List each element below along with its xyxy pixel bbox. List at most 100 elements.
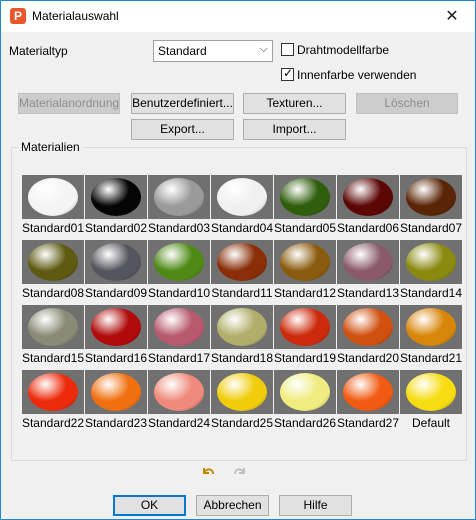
title-bar: P Materialauswahl ✕ (1, 1, 475, 32)
innenfarbe-label: Innenfarbe verwenden (297, 68, 417, 82)
material-name: Standard26 (273, 416, 337, 430)
material-name: Standard08 (21, 286, 85, 300)
material-tile[interactable]: Standard11 (211, 240, 273, 302)
material-sphere (217, 373, 267, 411)
material-sphere (217, 308, 267, 346)
material-tile[interactable]: Standard03 (148, 175, 210, 237)
material-preview (22, 305, 84, 349)
materials-group-title: Materialien (18, 140, 83, 154)
material-sphere (343, 373, 393, 411)
material-tile[interactable]: Standard23 (85, 370, 147, 432)
app-logo-icon: P (10, 8, 26, 24)
material-name: Standard13 (336, 286, 400, 300)
material-sphere (217, 178, 267, 216)
material-preview (400, 305, 462, 349)
drahtmodell-checkbox[interactable] (281, 43, 294, 56)
material-tile[interactable]: Standard27 (337, 370, 399, 432)
material-sphere (280, 243, 330, 281)
material-name: Standard21 (399, 351, 463, 365)
chevron-down-icon: ⌵ (259, 43, 268, 55)
material-name: Standard07 (399, 221, 463, 235)
innenfarbe-checkbox[interactable] (281, 66, 294, 81)
hilfe-button[interactable]: Hilfe (279, 495, 352, 516)
material-preview (274, 370, 336, 414)
material-tile[interactable]: Standard25 (211, 370, 273, 432)
materialtyp-value: Standard (158, 44, 207, 58)
material-sphere (406, 373, 456, 411)
material-tile[interactable]: Standard15 (22, 305, 84, 367)
material-preview (400, 370, 462, 414)
material-tile[interactable]: Standard24 (148, 370, 210, 432)
material-name: Standard20 (336, 351, 400, 365)
material-name: Standard06 (336, 221, 400, 235)
material-name: Standard03 (147, 221, 211, 235)
material-tile[interactable]: Standard17 (148, 305, 210, 367)
material-tile[interactable]: Standard12 (274, 240, 336, 302)
material-sphere (154, 373, 204, 411)
material-sphere (343, 308, 393, 346)
material-preview (211, 305, 273, 349)
material-tile[interactable]: Standard19 (274, 305, 336, 367)
material-sphere (154, 308, 204, 346)
material-preview (211, 240, 273, 284)
export-button[interactable]: Export... (131, 119, 234, 140)
loeschen-button[interactable]: Löschen (356, 93, 458, 114)
ok-button[interactable]: OK (113, 495, 186, 516)
material-tile[interactable]: Standard02 (85, 175, 147, 237)
material-sphere (406, 243, 456, 281)
material-tile[interactable]: Standard09 (85, 240, 147, 302)
material-preview (148, 240, 210, 284)
material-sphere (91, 308, 141, 346)
material-tile[interactable]: Standard18 (211, 305, 273, 367)
redo-icon[interactable] (229, 464, 251, 486)
material-sphere (28, 373, 78, 411)
material-preview (274, 175, 336, 219)
materialtyp-select[interactable]: Standard ⌵ (153, 40, 273, 62)
material-name: Standard22 (21, 416, 85, 430)
material-sphere (280, 373, 330, 411)
material-tile[interactable]: Standard06 (337, 175, 399, 237)
material-preview (337, 240, 399, 284)
close-icon[interactable]: ✕ (429, 1, 475, 32)
material-name: Standard15 (21, 351, 85, 365)
material-tile[interactable]: Standard10 (148, 240, 210, 302)
material-tile[interactable]: Standard08 (22, 240, 84, 302)
material-tile[interactable]: Standard07 (400, 175, 462, 237)
material-preview (22, 370, 84, 414)
material-tile[interactable]: Standard26 (274, 370, 336, 432)
material-sphere (343, 243, 393, 281)
materialtyp-label: Materialtyp (9, 44, 68, 58)
material-name: Standard16 (84, 351, 148, 365)
material-tile[interactable]: Standard16 (85, 305, 147, 367)
material-tile[interactable]: Standard22 (22, 370, 84, 432)
material-name: Standard04 (210, 221, 274, 235)
material-tile[interactable]: Standard05 (274, 175, 336, 237)
material-tile[interactable]: Standard01 (22, 175, 84, 237)
material-name: Standard10 (147, 286, 211, 300)
material-sphere (406, 178, 456, 216)
material-tile[interactable]: Standard14 (400, 240, 462, 302)
material-tile[interactable]: Standard13 (337, 240, 399, 302)
texturen-button[interactable]: Texturen... (243, 93, 346, 114)
undo-icon[interactable] (197, 464, 219, 486)
import-button[interactable]: Import... (243, 119, 346, 140)
dialog-window: P Materialauswahl ✕ Materialtyp Standard… (0, 0, 476, 520)
material-name: Standard14 (399, 286, 463, 300)
material-tile[interactable]: Standard04 (211, 175, 273, 237)
material-sphere (28, 178, 78, 216)
material-preview (148, 305, 210, 349)
materialanordnung-button[interactable]: Materialanordnung... (18, 93, 120, 114)
material-preview (274, 305, 336, 349)
material-tile[interactable]: Default (400, 370, 462, 432)
material-sphere (28, 308, 78, 346)
material-sphere (91, 243, 141, 281)
material-tile[interactable]: Standard21 (400, 305, 462, 367)
abbrechen-button[interactable]: Abbrechen (196, 495, 269, 516)
material-sphere (406, 308, 456, 346)
benutzerdefiniert-button[interactable]: Benutzerdefiniert... (131, 93, 234, 114)
material-preview (22, 240, 84, 284)
material-preview (211, 175, 273, 219)
material-name: Standard01 (21, 221, 85, 235)
material-tile[interactable]: Standard20 (337, 305, 399, 367)
material-sphere (280, 178, 330, 216)
